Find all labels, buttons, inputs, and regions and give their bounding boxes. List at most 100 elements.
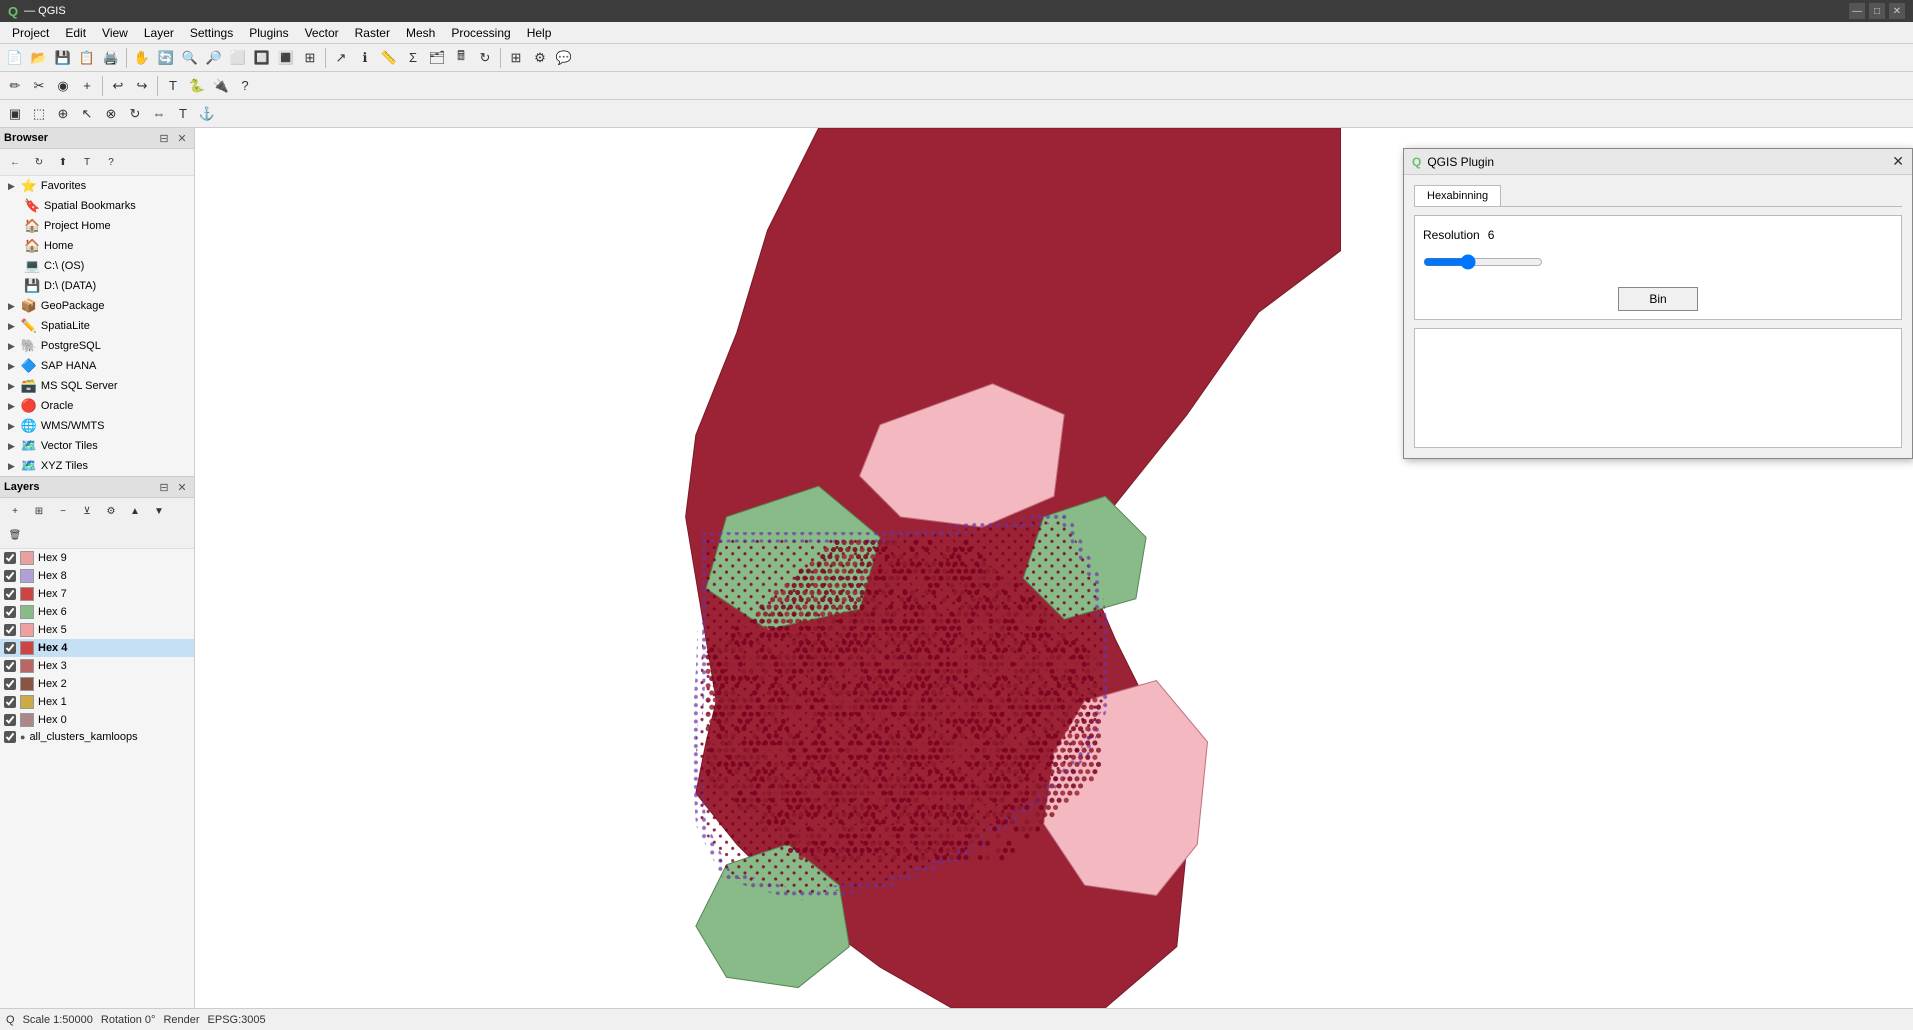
layer-checkbox-hex2[interactable] <box>4 678 16 690</box>
layer-item-hex3[interactable]: Hex 3 <box>0 657 194 675</box>
digitize-btn[interactable]: ✏ <box>4 75 26 97</box>
help2-btn[interactable]: ? <box>234 75 256 97</box>
adv-arrow-btn[interactable]: ↖ <box>76 103 98 125</box>
maximize-button[interactable]: □ <box>1869 3 1885 19</box>
layer-filter-btn[interactable]: ⊻ <box>76 500 98 522</box>
remove-layer-btn[interactable]: − <box>52 500 74 522</box>
layer-checkbox-all-clusters[interactable] <box>4 731 16 743</box>
browser-refresh-btn[interactable]: ↻ <box>28 151 50 173</box>
label-btn[interactable]: T <box>162 75 184 97</box>
menu-vector[interactable]: Vector <box>297 24 347 42</box>
browser-item-favorites[interactable]: ▶ ⭐ Favorites <box>0 176 194 196</box>
layer-checkbox-hex9[interactable] <box>4 552 16 564</box>
browser-item-project-home[interactable]: 🏠 Project Home <box>0 216 194 236</box>
map-area[interactable]: Q QGIS Plugin ✕ Hexabinning Resolution 6… <box>195 128 1913 1008</box>
print-btn[interactable]: 🖨️ <box>100 47 122 69</box>
browser-item-postgresql[interactable]: ▶ 🐘 PostgreSQL <box>0 336 194 356</box>
browser-help-btn[interactable]: ? <box>100 151 122 173</box>
browser-filter-btn[interactable]: ⬆ <box>52 151 74 173</box>
zoom-rect-btn[interactable]: ⬜ <box>227 47 249 69</box>
node-btn[interactable]: ◉ <box>52 75 74 97</box>
layer-item-hex7[interactable]: Hex 7 <box>0 585 194 603</box>
layer-item-hex8[interactable]: Hex 8 <box>0 567 194 585</box>
browser-item-spatial-bookmarks[interactable]: 🔖 Spatial Bookmarks <box>0 196 194 216</box>
save-as-btn[interactable]: 📋 <box>76 47 98 69</box>
save-project-btn[interactable]: 💾 <box>52 47 74 69</box>
layer-item-hex4[interactable]: Hex 4 <box>0 639 194 657</box>
browser-item-sap-hana[interactable]: ▶ 🔷 SAP HANA <box>0 356 194 376</box>
browser-item-spatialite[interactable]: ▶ ✏️ SpatiaLite <box>0 316 194 336</box>
browser-home-btn[interactable]: ← <box>4 151 26 173</box>
layers-float-btn[interactable]: ⊟ <box>156 479 172 495</box>
browser-close-btn[interactable]: ✕ <box>174 130 190 146</box>
menu-plugins[interactable]: Plugins <box>241 24 296 42</box>
browser-item-home[interactable]: 🏠 Home <box>0 236 194 256</box>
dialog-close-btn[interactable]: ✕ <box>1892 153 1904 170</box>
edit-btn[interactable]: ✂ <box>28 75 50 97</box>
menu-raster[interactable]: Raster <box>347 24 398 42</box>
menu-project[interactable]: Project <box>4 24 57 42</box>
adv-rot-btn[interactable]: ↻ <box>124 103 146 125</box>
tile-btn[interactable]: ⊞ <box>505 47 527 69</box>
browser-item-c-drive[interactable]: 💻 C:\ (OS) <box>0 256 194 276</box>
menu-edit[interactable]: Edit <box>57 24 94 42</box>
minimize-button[interactable]: — <box>1849 3 1865 19</box>
measure-btn[interactable]: 📏 <box>378 47 400 69</box>
statistics-btn[interactable]: Σ <box>402 47 424 69</box>
redo-btn[interactable]: ↪ <box>131 75 153 97</box>
browser-collapse-btn[interactable]: T <box>76 151 98 173</box>
adv-node-btn[interactable]: ⊗ <box>100 103 122 125</box>
identify-btn[interactable]: ℹ <box>354 47 376 69</box>
attribute-table-btn[interactable]: 🗂 <box>426 47 448 69</box>
layer-checkbox-hex1[interactable] <box>4 696 16 708</box>
zoom-out-btn[interactable]: 🔎 <box>203 47 225 69</box>
layer-item-hex2[interactable]: Hex 2 <box>0 675 194 693</box>
new-project-btn[interactable]: 📄 <box>4 47 26 69</box>
pan-btn[interactable]: ✋ <box>131 47 153 69</box>
layer-checkbox-hex7[interactable] <box>4 588 16 600</box>
layer-options-btn[interactable]: ⚙ <box>100 500 122 522</box>
menu-mesh[interactable]: Mesh <box>398 24 443 42</box>
layer-checkbox-hex0[interactable] <box>4 714 16 726</box>
zoom-full-btn[interactable]: ⊞ <box>299 47 321 69</box>
menu-help[interactable]: Help <box>519 24 560 42</box>
menu-processing[interactable]: Processing <box>443 24 518 42</box>
open-project-btn[interactable]: 📂 <box>28 47 50 69</box>
zoom-layer-btn[interactable]: 🔲 <box>251 47 273 69</box>
add-layer-btn[interactable]: ⊞ <box>28 500 50 522</box>
zoom-select-btn[interactable]: 🔳 <box>275 47 297 69</box>
layer-item-hex1[interactable]: Hex 1 <box>0 693 194 711</box>
browser-item-wms-wmts[interactable]: ▶ 🌐 WMS/WMTS <box>0 416 194 436</box>
layer-checkbox-hex3[interactable] <box>4 660 16 672</box>
layer-checkbox-hex5[interactable] <box>4 624 16 636</box>
layer-checkbox-hex8[interactable] <box>4 570 16 582</box>
move-down-btn[interactable]: ▼ <box>148 500 170 522</box>
move-up-btn[interactable]: ▲ <box>124 500 146 522</box>
add-group-btn[interactable]: + <box>4 500 26 522</box>
add-feat-btn[interactable]: + <box>76 75 98 97</box>
browser-float-btn[interactable]: ⊟ <box>156 130 172 146</box>
browser-item-geopackage[interactable]: ▶ 📦 GeoPackage <box>0 296 194 316</box>
refresh-btn[interactable]: ↻ <box>474 47 496 69</box>
browser-item-d-drive[interactable]: 💾 D:\ (DATA) <box>0 276 194 296</box>
layer-item-hex9[interactable]: Hex 9 <box>0 549 194 567</box>
layer-item-all-clusters[interactable]: ● all_clusters_kamloops <box>0 729 194 745</box>
plugin-btn[interactable]: 🔌 <box>210 75 232 97</box>
python-btn[interactable]: 🐍 <box>186 75 208 97</box>
close-button[interactable]: ✕ <box>1889 3 1905 19</box>
menu-settings[interactable]: Settings <box>182 24 241 42</box>
layer-item-hex5[interactable]: Hex 5 <box>0 621 194 639</box>
layer-item-hex6[interactable]: Hex 6 <box>0 603 194 621</box>
tips-btn[interactable]: 💬 <box>553 47 575 69</box>
adv-desel-btn[interactable]: ⬚ <box>28 103 50 125</box>
adv-anc-btn[interactable]: ⚓ <box>196 103 218 125</box>
layers-close-btn[interactable]: ✕ <box>174 479 190 495</box>
browser-item-vector-tiles[interactable]: ▶ 🗺️ Vector Tiles <box>0 436 194 456</box>
field-calc-btn[interactable]: 🖩 <box>450 47 472 69</box>
hexabinning-tab[interactable]: Hexabinning <box>1414 185 1501 206</box>
adv-filter-btn[interactable]: ⊕ <box>52 103 74 125</box>
menu-view[interactable]: View <box>94 24 136 42</box>
adv-mir-btn[interactable]: ⇔ <box>148 103 170 125</box>
adv-T-btn[interactable]: T <box>172 103 194 125</box>
browser-item-ms-sql[interactable]: ▶ 🗃️ MS SQL Server <box>0 376 194 396</box>
